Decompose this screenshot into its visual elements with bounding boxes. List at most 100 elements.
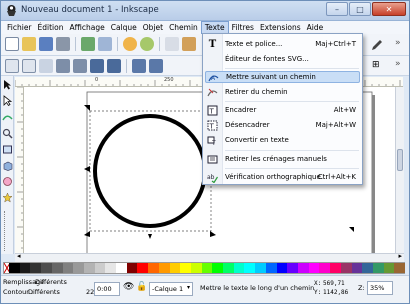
- raise-icon[interactable]: [149, 59, 163, 73]
- palette-swatch[interactable]: [126, 263, 138, 273]
- print-icon[interactable]: [56, 37, 70, 51]
- layer-dropdown-icon[interactable]: ▾: [187, 284, 190, 291]
- menu-item-text-and-font[interactable]: T Texte et police... Maj+Ctrl+T: [205, 38, 360, 50]
- palette-swatch[interactable]: [116, 263, 127, 273]
- copy-icon[interactable]: [165, 37, 179, 51]
- fill-value[interactable]: Différents: [35, 278, 67, 286]
- palette-swatch[interactable]: [190, 263, 202, 273]
- palette-swatch[interactable]: [201, 263, 213, 273]
- palette-swatch[interactable]: [105, 263, 117, 273]
- palette-swatch[interactable]: [137, 263, 149, 273]
- palette-swatch[interactable]: [394, 263, 406, 273]
- ellipse-tool-icon[interactable]: [2, 176, 13, 187]
- palette-swatch[interactable]: [62, 263, 74, 273]
- menu-item-put-on-path[interactable]: A Mettre suivant un chemin: [205, 71, 360, 83]
- undo-icon[interactable]: [123, 37, 137, 51]
- palette-swatch[interactable]: [233, 263, 245, 273]
- selector-tool-icon[interactable]: [2, 79, 13, 90]
- minimize-button[interactable]: –: [326, 2, 348, 16]
- snap-icon[interactable]: ⊞: [372, 60, 380, 70]
- export-icon[interactable]: [98, 37, 112, 51]
- palette-swatch[interactable]: [158, 263, 170, 273]
- toolbar2-overflow-icon[interactable]: »: [395, 59, 401, 69]
- palette-swatch[interactable]: [73, 263, 84, 273]
- paste-icon[interactable]: [182, 37, 196, 51]
- visibility-eye-icon[interactable]: 👁: [123, 282, 134, 292]
- toolbar-overflow-icon[interactable]: »: [395, 38, 401, 48]
- palette-swatch[interactable]: [148, 263, 159, 273]
- palette-swatch[interactable]: [265, 263, 277, 273]
- vertical-scrollbar[interactable]: [395, 87, 404, 253]
- palette-swatch[interactable]: [297, 263, 309, 273]
- menu-affichage[interactable]: Affichage: [66, 21, 107, 34]
- menu-fichier[interactable]: Fichier: [4, 21, 35, 34]
- palette-swatch[interactable]: [362, 263, 373, 273]
- menu-objet[interactable]: Objet: [140, 21, 166, 34]
- menu-calque[interactable]: Calque: [108, 21, 140, 34]
- palette-swatch[interactable]: [351, 263, 363, 273]
- star-tool-icon[interactable]: [2, 192, 13, 203]
- palette-swatch[interactable]: [180, 263, 191, 273]
- scale-handle-bottom-right[interactable]: [210, 231, 216, 237]
- palette-swatch[interactable]: [51, 263, 63, 273]
- menu-item-svg-font-editor[interactable]: Éditeur de fontes SVG...: [205, 53, 360, 65]
- menu-item-remove-from-path[interactable]: Retirer du chemin: [205, 86, 360, 98]
- vertical-scroll-thumb[interactable]: [397, 149, 403, 171]
- zoom-field[interactable]: 35%: [367, 281, 393, 295]
- horizontal-scrollbar[interactable]: ◂ ▸: [15, 252, 404, 262]
- lock-icon[interactable]: 🔓: [136, 282, 147, 292]
- palette-swatch[interactable]: [340, 263, 352, 273]
- node-tool-icon[interactable]: [2, 95, 13, 106]
- palette-swatch[interactable]: [255, 263, 266, 273]
- scale-handle-bottom[interactable]: [148, 234, 152, 239]
- palette-swatch[interactable]: [223, 263, 234, 273]
- text-object-marker[interactable]: [349, 227, 354, 232]
- palette-swatch[interactable]: [83, 263, 95, 273]
- menu-item-unflow[interactable]: T Désencadrer Maj+Alt+W: [205, 119, 360, 131]
- flip-vertical-icon[interactable]: [107, 59, 121, 73]
- menu-chemin[interactable]: Chemin: [166, 21, 201, 34]
- redo-icon[interactable]: [140, 37, 154, 51]
- select-all-layers-icon[interactable]: [22, 59, 36, 73]
- raise-to-top-icon[interactable]: [132, 59, 146, 73]
- palette-swatch[interactable]: [41, 263, 52, 273]
- palette-swatch[interactable]: [308, 263, 320, 273]
- palette-swatch[interactable]: [212, 263, 224, 273]
- palette-swatch[interactable]: [19, 263, 31, 273]
- palette-swatch[interactable]: [244, 263, 256, 273]
- palette-swatch[interactable]: [330, 263, 341, 273]
- tweak-tool-icon[interactable]: [2, 111, 13, 122]
- select-all-icon[interactable]: [5, 59, 19, 73]
- deselect-icon[interactable]: [39, 59, 53, 73]
- rotate-cw-icon[interactable]: [73, 59, 87, 73]
- edit-pen-icon[interactable]: [370, 38, 384, 52]
- palette-swatch[interactable]: [30, 263, 42, 273]
- palette-swatch[interactable]: [169, 263, 181, 273]
- flip-horizontal-icon[interactable]: [90, 59, 104, 73]
- scroll-left-icon[interactable]: ◂: [17, 252, 21, 260]
- palette-swatch[interactable]: [94, 263, 106, 273]
- close-button[interactable]: ✕: [372, 2, 406, 16]
- stroke-value[interactable]: Différents: [28, 288, 60, 296]
- rotate-ccw-icon[interactable]: [56, 59, 70, 73]
- zoom-tool-icon[interactable]: [2, 128, 13, 139]
- palette-swatch[interactable]: [287, 263, 298, 273]
- new-document-icon[interactable]: [5, 37, 19, 51]
- open-icon[interactable]: [22, 37, 36, 51]
- palette-swatch[interactable]: [319, 263, 331, 273]
- opacity-field[interactable]: 0:00: [94, 282, 120, 296]
- save-icon[interactable]: [39, 37, 53, 51]
- rectangle-tool-icon[interactable]: [2, 144, 13, 155]
- maximize-button[interactable]: □: [349, 2, 371, 16]
- circle-object[interactable]: [93, 114, 207, 228]
- menu-edition[interactable]: Édition: [35, 21, 67, 34]
- scroll-right-icon[interactable]: ▸: [398, 252, 402, 260]
- palette-swatch[interactable]: [276, 263, 288, 273]
- 3dbox-tool-icon[interactable]: [2, 160, 13, 171]
- import-icon[interactable]: [81, 37, 95, 51]
- menu-item-flow-into-frame[interactable]: T Encadrer Alt+W: [205, 104, 360, 116]
- menu-item-convert-to-text[interactable]: T Convertir en texte: [205, 134, 360, 146]
- palette-swatch[interactable]: [372, 263, 384, 273]
- palette-swatch[interactable]: [383, 263, 395, 273]
- palette-swatch[interactable]: [9, 263, 20, 273]
